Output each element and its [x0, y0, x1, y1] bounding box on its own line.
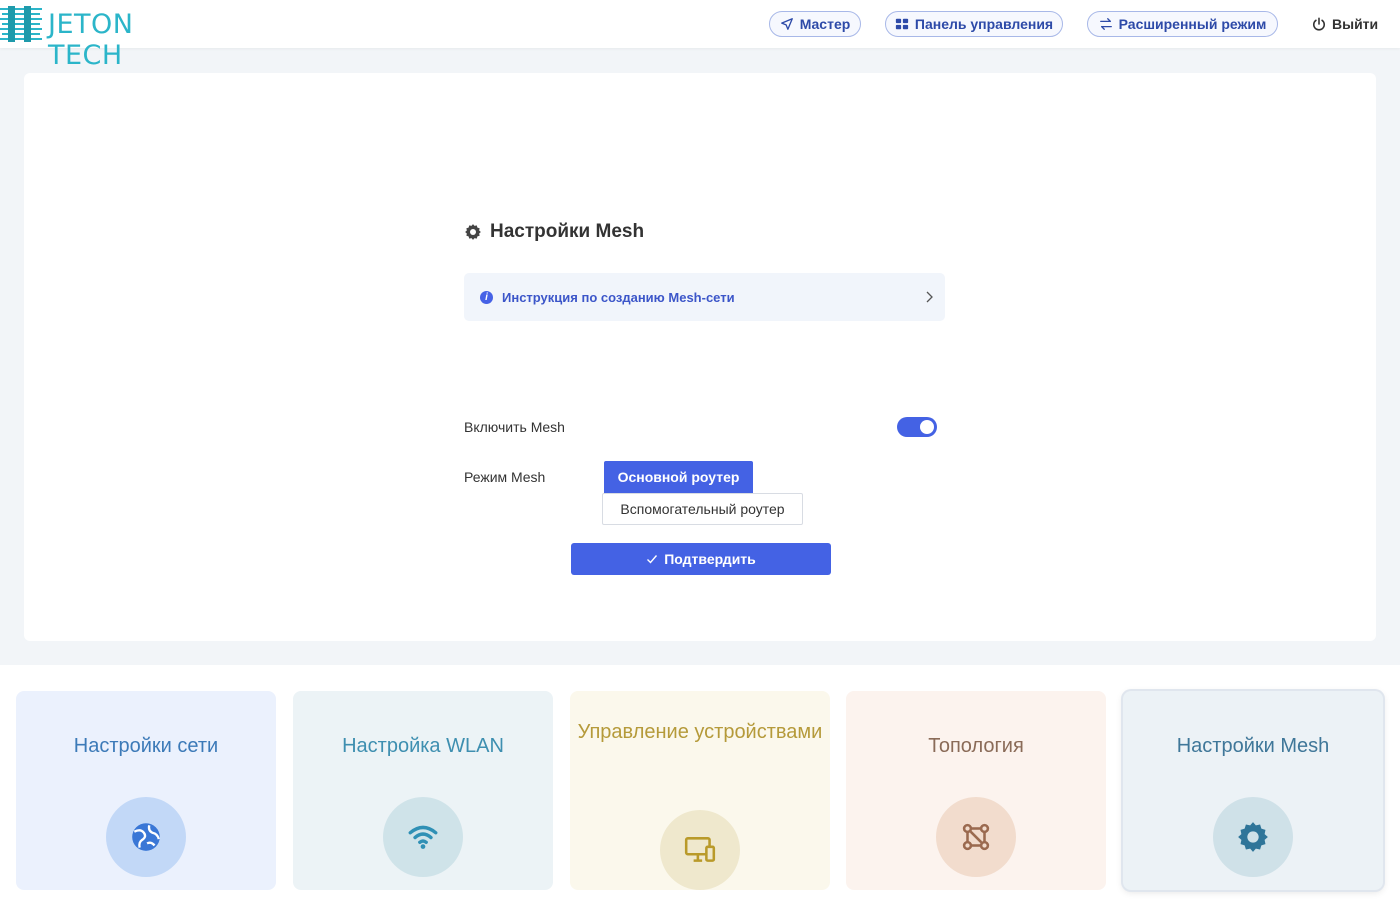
wifi-icon [408, 825, 438, 849]
mesh-mode-label: Режим Mesh [464, 469, 546, 485]
logout-button[interactable]: Выйти [1312, 11, 1378, 37]
check-icon [647, 555, 658, 564]
wizard-button[interactable]: Мастер [769, 11, 861, 37]
wizard-label: Мастер [799, 16, 851, 32]
tile-mesh-settings[interactable]: Настройки Mesh [1123, 691, 1383, 890]
tile-icon-circle [106, 797, 186, 877]
tile-wlan-settings[interactable]: Настройка WLAN [293, 691, 553, 890]
logo-text: JETON TECH [48, 9, 134, 71]
logout-label: Выйти [1332, 16, 1379, 32]
gear-icon [465, 224, 481, 240]
tile-icon-circle [660, 810, 740, 890]
tile-icon-circle [383, 797, 463, 877]
swap-icon [1099, 18, 1112, 30]
tile-title: Настройки сети [73, 735, 219, 757]
tile-title: Настройки Mesh [1176, 735, 1330, 757]
tile-network-settings[interactable]: Настройки сети [16, 691, 276, 890]
tile-topology[interactable]: Топология [846, 691, 1106, 890]
topology-icon [962, 823, 990, 851]
page-title: Настройки Mesh [464, 221, 644, 243]
confirm-button[interactable]: Подтвердить [571, 543, 831, 575]
mode-option-main-router[interactable]: Основной роутер [604, 461, 753, 493]
confirm-label: Подтвердить [664, 551, 756, 567]
page-title-text: Настройки Mesh [490, 221, 645, 242]
gear-icon [1238, 822, 1268, 852]
tile-icon-circle [1213, 797, 1293, 877]
tile-title: Топология [928, 735, 1024, 757]
enable-mesh-label: Включить Mesh [464, 419, 565, 435]
advanced-mode-label: Расширенный режим [1118, 16, 1267, 32]
mesh-guide-text: Инструкция по созданию Mesh-сети [502, 289, 735, 305]
send-icon [780, 18, 793, 30]
tile-title: Настройка WLAN [342, 735, 504, 757]
mesh-guide-link[interactable]: i Инструкция по созданию Mesh-сети [464, 273, 945, 321]
logo-mark-icon [0, 6, 42, 42]
logo[interactable]: JETON TECH [0, 0, 206, 71]
top-bar: JETON TECH Мастер Панель управления Расш… [0, 0, 1400, 71]
devices-icon [684, 837, 716, 862]
power-icon [1313, 17, 1325, 31]
advanced-mode-button[interactable]: Расширенный режим [1087, 11, 1278, 37]
enable-mesh-toggle[interactable] [897, 417, 937, 437]
dashboard-icon [895, 18, 909, 30]
toggle-knob [920, 420, 934, 434]
dashboard-button[interactable]: Панель управления [885, 11, 1063, 37]
globe-icon [132, 823, 160, 851]
tile-title: Управление устройствами [577, 721, 823, 743]
mesh-settings-card: Настройки Mesh i Инструкция по созданию … [24, 73, 1376, 641]
quick-nav-bar: Настройки сети Настройка WLAN Управление… [0, 665, 1400, 915]
tile-device-management[interactable]: Управление устройствами [570, 691, 830, 890]
chevron-right-icon [926, 291, 933, 303]
mode-option-satellite-router[interactable]: Вспомогательный роутер [602, 493, 803, 525]
info-icon: i [480, 290, 493, 304]
dashboard-label: Панель управления [914, 16, 1054, 32]
tile-icon-circle [936, 797, 1016, 877]
